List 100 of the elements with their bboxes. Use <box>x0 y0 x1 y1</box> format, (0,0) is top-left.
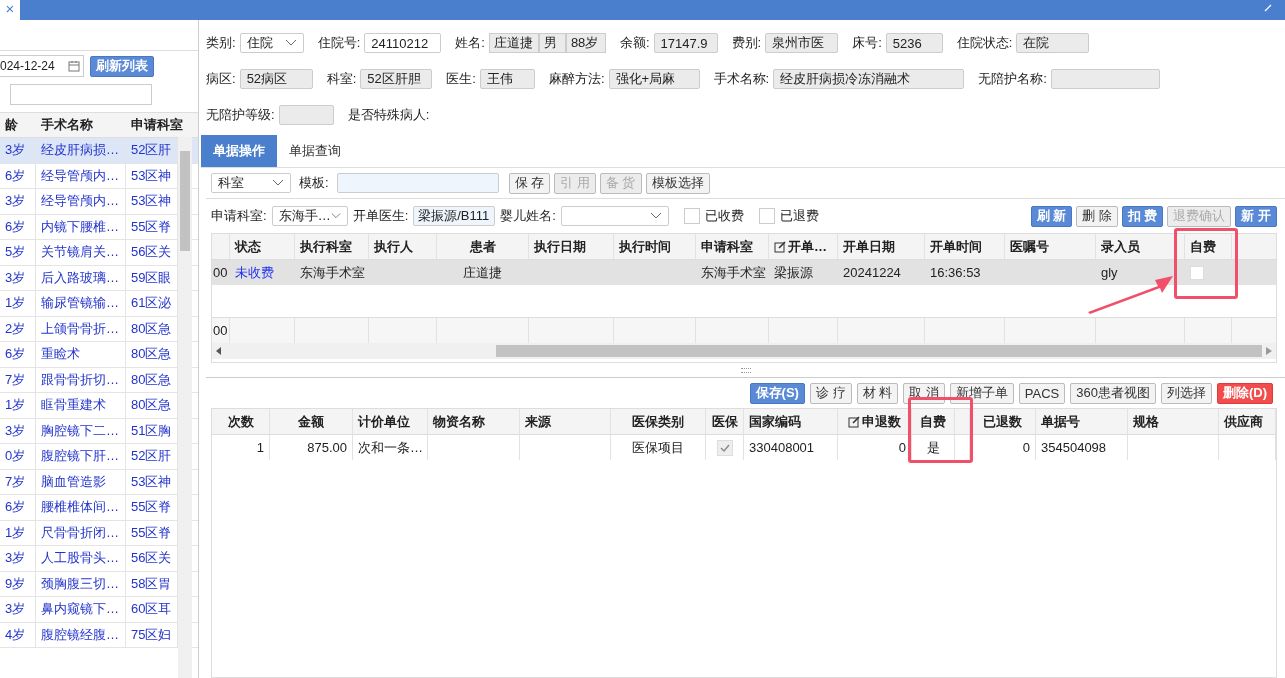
patient-row[interactable]: 3岁 经皮肝病损… 52区肝 <box>0 138 198 164</box>
column-header: 开单日期 <box>838 234 925 259</box>
highlight-frame <box>908 397 973 463</box>
date-field[interactable]: 024-12-24 <box>0 55 84 77</box>
column-header: 申退数 <box>838 409 912 434</box>
column-header: 医保 <box>706 409 744 434</box>
readonly-field: 经皮肝病损冷冻消融术 <box>773 69 965 89</box>
column-header: 规格 <box>1128 409 1219 434</box>
field-label: 住院状态: <box>956 34 1013 52</box>
column-header: 手术名称 <box>40 116 94 134</box>
readonly-field: 52病区 <box>239 69 313 89</box>
column-header: 次数 <box>212 409 270 434</box>
field-label: 姓名: <box>455 34 485 52</box>
toolbar-button[interactable]: 保 存 <box>508 172 551 194</box>
readonly-field: 在院 <box>1016 33 1090 53</box>
column-header: 供应商 <box>1219 409 1276 434</box>
column-header: 开单… <box>769 234 838 259</box>
readonly-field: 88岁 <box>565 33 606 53</box>
chevron-icon <box>284 39 297 47</box>
search-field[interactable] <box>10 83 152 105</box>
field-label: 手术名称: <box>713 70 770 88</box>
readonly-field: 强化+局麻 <box>608 69 700 89</box>
column-header: 单据号 <box>1036 409 1128 434</box>
splitter-handle[interactable] <box>740 367 751 373</box>
column-header: 物资名称 <box>428 409 520 434</box>
readonly-field: 5236 <box>885 33 943 53</box>
column-header: 计价单位 <box>353 409 428 434</box>
chevron-icon <box>330 212 341 220</box>
column-header: 自费 <box>912 409 955 434</box>
table-cell: 20241224 <box>838 260 925 285</box>
template-field[interactable] <box>336 173 499 193</box>
checkbox-label: 已收费 <box>704 207 744 225</box>
field-label: 婴儿姓名: <box>500 207 556 225</box>
toolbar-button[interactable]: 360患者视图 <box>1070 382 1156 404</box>
column-header: 执行时间 <box>614 234 696 259</box>
field-label: 麻醉方法: <box>548 70 605 88</box>
field-label: 床号: <box>852 34 882 52</box>
field-label: 是否特殊病人: <box>347 106 430 124</box>
column-header: 已退数 <box>970 409 1036 434</box>
tab[interactable]: 单据查询 <box>277 135 353 167</box>
checkbox[interactable] <box>683 208 700 224</box>
doctor-field[interactable]: 梁振源/B111 <box>413 206 496 226</box>
chevron-icon <box>649 212 662 220</box>
table-cell: 1 <box>212 435 270 460</box>
field-label: 科室: <box>326 70 357 88</box>
edit-icon <box>774 240 786 253</box>
column-header: 医保类别 <box>611 409 706 434</box>
edit-icon <box>848 415 860 428</box>
column-header: 自费 <box>1185 234 1232 259</box>
close-tab-button[interactable]: × <box>0 0 20 20</box>
column-header: 执行日期 <box>529 234 614 259</box>
column-header: 录入员 <box>1096 234 1185 259</box>
scroll-left-icon[interactable] <box>216 347 222 355</box>
select-field[interactable]: 住院 <box>239 33 304 53</box>
highlight-frame <box>1174 228 1238 299</box>
table-cell: 梁振源 <box>769 260 838 285</box>
column-header: 患者 <box>437 234 529 259</box>
readonly-field: 庄道捷 <box>488 33 539 53</box>
field-label: 申请科室: <box>211 207 267 225</box>
column-header: 开单时间 <box>925 234 1005 259</box>
column-header: 状态 <box>230 234 295 259</box>
readonly-field <box>278 105 334 125</box>
toolbar-button[interactable]: 材 料 <box>856 382 899 404</box>
scroll-right-icon[interactable] <box>1266 347 1272 355</box>
table-cell: 00 <box>212 260 230 285</box>
table-cell: 次和一条… <box>353 435 428 460</box>
table-cell: 东海手术室 <box>696 260 769 285</box>
toolbar-button[interactable]: 列选择 <box>1160 382 1212 404</box>
field-label: 病区: <box>206 70 236 88</box>
field-label: 费别: <box>731 34 762 52</box>
checkbox[interactable] <box>758 208 775 224</box>
column-header: 申请科室 <box>130 116 184 134</box>
scope-select[interactable]: 科室 <box>211 173 291 193</box>
input-field[interactable]: 24110212 <box>364 33 442 53</box>
field-label: 医生: <box>446 70 476 88</box>
toolbar-button[interactable]: 删除(D) <box>1216 382 1273 404</box>
readonly-field: 男 <box>538 33 566 53</box>
table-cell: 0 <box>970 435 1036 460</box>
table-cell: 16:36:53 <box>925 260 1005 285</box>
dept-select[interactable]: 东海手… <box>271 206 348 226</box>
action-button[interactable]: 删 除 <box>1076 205 1118 227</box>
expand-icon[interactable] <box>1263 4 1273 12</box>
chevron-icon <box>272 179 284 187</box>
toolbar-button[interactable]: 模板选择 <box>645 172 710 194</box>
column-header: 执行人 <box>369 234 437 259</box>
column-header: 医嘱号 <box>1005 234 1096 259</box>
field-label: 类别: <box>206 34 236 52</box>
readonly-field: 泉州市医 <box>765 33 839 53</box>
toolbar-button[interactable]: 诊 疗 <box>809 382 852 404</box>
table-cell: 医保项目 <box>611 435 706 460</box>
scrollbar[interactable] <box>212 343 1276 359</box>
toolbar-button[interactable]: PACS <box>1018 382 1066 404</box>
scrollbar[interactable] <box>178 137 192 678</box>
column-header: 国家编码 <box>744 409 838 434</box>
tab[interactable]: 单据操作 <box>201 135 277 167</box>
baby-select[interactable] <box>560 206 669 226</box>
field-label: 开单医生: <box>352 207 409 225</box>
checkbox[interactable] <box>1190 265 1204 280</box>
calendar-icon[interactable] <box>68 60 80 72</box>
field-label: 无陪护等级: <box>206 106 275 124</box>
